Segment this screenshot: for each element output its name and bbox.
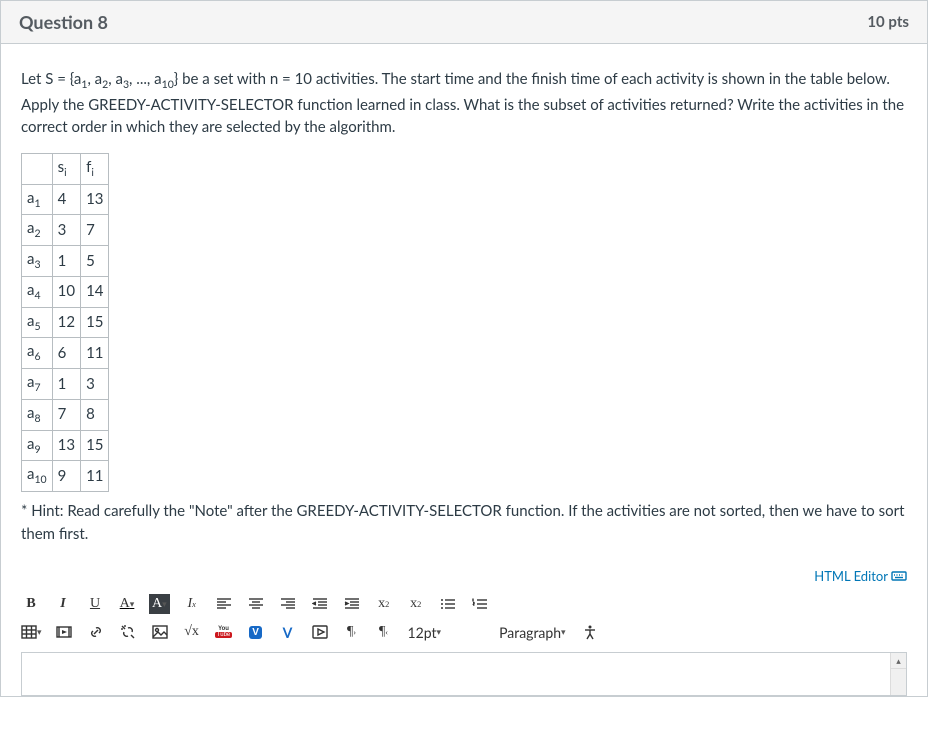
table-row: a237	[22, 215, 109, 246]
question-body: Let S = {a1, a2, a3, ..., a10} be a set …	[1, 44, 927, 545]
activity-label: a3	[22, 246, 53, 277]
finish-time: 3	[81, 369, 109, 400]
ltr-button[interactable]: ¶›	[342, 622, 362, 642]
scroll-up-button[interactable]: ▴	[890, 653, 906, 669]
equation-button[interactable]: √x	[182, 622, 202, 642]
block-format-select[interactable]: Paragraph	[497, 622, 568, 642]
question-header: Question 8 10 pts	[1, 1, 927, 44]
link-button[interactable]	[86, 622, 106, 642]
vimeo-icon[interactable]: V	[246, 622, 266, 642]
rtl-button[interactable]: ¶‹	[374, 622, 394, 642]
activity-label: a10	[22, 461, 53, 492]
table-row: a6611	[22, 338, 109, 369]
table-button[interactable]	[21, 622, 42, 642]
clear-format-button[interactable]: Ix	[182, 594, 202, 614]
align-left-button[interactable]	[214, 594, 234, 614]
start-time: 3	[52, 215, 80, 246]
number-list-button[interactable]	[470, 594, 490, 614]
start-time: 13	[52, 430, 80, 461]
bullet-list-button[interactable]	[438, 594, 458, 614]
finish-time: 11	[81, 461, 109, 492]
html-editor-toggle[interactable]: HTML Editor	[1, 560, 927, 588]
italic-button[interactable]: I	[53, 594, 73, 614]
start-time: 6	[52, 338, 80, 369]
bold-button[interactable]: B	[21, 594, 41, 614]
finish-time: 15	[81, 307, 109, 338]
align-right-button[interactable]	[278, 594, 298, 614]
question-text: Let S = {a1, a2, a3, ..., a10} be a set …	[21, 68, 907, 139]
caption-button[interactable]: V	[278, 622, 298, 642]
underline-button[interactable]: U	[85, 594, 105, 614]
font-size-select[interactable]: 12pt	[406, 622, 444, 642]
table-row: a51215	[22, 307, 109, 338]
start-time: 9	[52, 461, 80, 492]
table-row: a10911	[22, 461, 109, 492]
activity-label: a5	[22, 307, 53, 338]
outdent-button[interactable]	[310, 594, 330, 614]
finish-time: 8	[81, 399, 109, 430]
accessibility-button[interactable]	[580, 622, 600, 642]
question-paragraph: Let S = {a1, a2, a3, ..., a10} be a set …	[21, 68, 907, 139]
finish-time: 15	[81, 430, 109, 461]
align-center-button[interactable]	[246, 594, 266, 614]
table-row: a315	[22, 246, 109, 277]
table-header-empty	[22, 153, 53, 184]
activity-label: a9	[22, 430, 53, 461]
question-title: Question 8	[19, 11, 108, 33]
image-button[interactable]	[150, 622, 170, 642]
activity-label: a7	[22, 369, 53, 400]
table-row: a41014	[22, 276, 109, 307]
media-button[interactable]	[54, 622, 74, 642]
activity-label: a8	[22, 399, 53, 430]
keyboard-icon	[891, 568, 907, 584]
activity-label: a2	[22, 215, 53, 246]
question-container: Question 8 10 pts Let S = {a1, a2, a3, .…	[0, 0, 928, 697]
finish-time: 7	[81, 215, 109, 246]
start-time: 1	[52, 369, 80, 400]
start-time: 10	[52, 276, 80, 307]
finish-time: 5	[81, 246, 109, 277]
start-time: 1	[52, 246, 80, 277]
scrollbar-track[interactable]	[890, 669, 906, 695]
start-time: 7	[52, 399, 80, 430]
editor-toolbar: B I U A A Ix x2 x2 √x YouTube V V	[1, 588, 927, 646]
start-time: 4	[52, 184, 80, 215]
table-row: a1413	[22, 184, 109, 215]
unlink-button[interactable]	[118, 622, 138, 642]
activity-table: si fi a1413a237a315a41014a51215a6611a713…	[21, 153, 109, 492]
text-color-button[interactable]: A	[117, 594, 137, 614]
activity-label: a6	[22, 338, 53, 369]
finish-time: 13	[81, 184, 109, 215]
youtube-icon[interactable]: YouTube	[214, 622, 234, 642]
activity-label: a1	[22, 184, 53, 215]
question-hint: * Hint: Read carefully the "Note" after …	[21, 500, 907, 545]
table-row: a878	[22, 399, 109, 430]
subscript-button[interactable]: x2	[406, 594, 426, 614]
finish-time: 11	[81, 338, 109, 369]
question-points: 10 pts	[867, 13, 909, 31]
bg-color-button[interactable]: A	[149, 594, 170, 614]
table-header-f: fi	[81, 153, 109, 184]
table-row: a713	[22, 369, 109, 400]
table-header-row: si fi	[22, 153, 109, 184]
play-button[interactable]	[310, 622, 330, 642]
table-header-s: si	[52, 153, 80, 184]
start-time: 12	[52, 307, 80, 338]
activity-label: a4	[22, 276, 53, 307]
editor-textarea[interactable]: ▴	[21, 652, 907, 696]
finish-time: 14	[81, 276, 109, 307]
superscript-button[interactable]: x2	[374, 594, 394, 614]
indent-button[interactable]	[342, 594, 362, 614]
table-row: a91315	[22, 430, 109, 461]
